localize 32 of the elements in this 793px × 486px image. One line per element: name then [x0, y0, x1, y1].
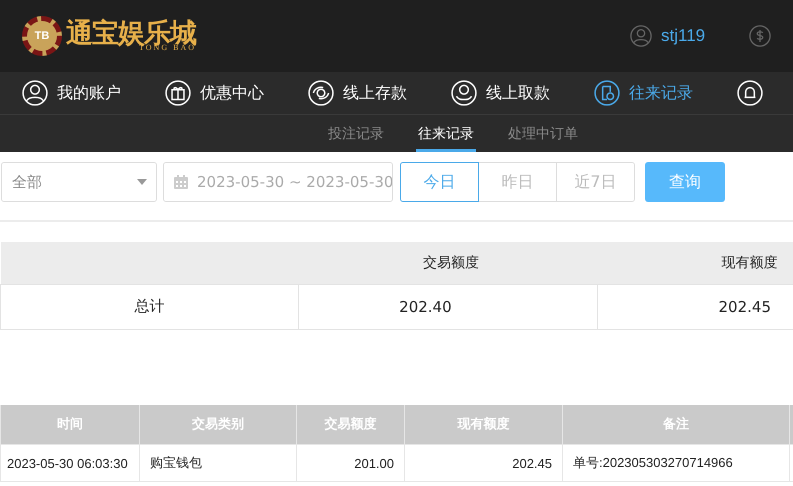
table-cell: 202.40	[298, 284, 598, 329]
table-cell: 总计	[0, 284, 299, 329]
table-cell: 2023-05-30 06:03:30	[0, 444, 140, 482]
table-cell: 202.45	[404, 444, 562, 482]
column-header: 现有额度	[597, 242, 793, 284]
table-cell: 201.00	[296, 444, 404, 482]
dollar-icon	[749, 25, 772, 47]
brand-name: 通宝娱乐城	[66, 20, 196, 47]
table-cell: 购宝钱包	[140, 444, 296, 482]
user-icon	[630, 25, 652, 47]
type-dropdown[interactable]: 全部	[1, 162, 157, 202]
table-cell: 202.45	[597, 284, 793, 329]
poker-chip-logo: TB	[22, 16, 62, 56]
caret-icon	[137, 179, 147, 185]
calendar-icon	[173, 174, 189, 190]
sub-tab[interactable]: 处理中订单	[506, 115, 580, 152]
nav-item[interactable]: 优惠中心	[165, 78, 308, 108]
nav-item[interactable]: 往来记录	[594, 78, 737, 108]
sub-tab[interactable]: 往来记录	[416, 115, 476, 152]
sub-tab[interactable]: 投注记录	[326, 115, 386, 152]
username-link[interactable]: stj119	[661, 26, 706, 46]
bell-icon	[737, 80, 763, 106]
gift-icon	[165, 80, 191, 106]
document-clock-icon	[594, 80, 620, 106]
user-icon	[22, 80, 48, 106]
date-range-tab[interactable]: 今日	[400, 162, 479, 202]
nav-item[interactable]: 线上取款	[451, 78, 594, 108]
column-header: 交易额度	[298, 242, 598, 284]
table-cell: 单号:202305303270714966	[562, 444, 790, 482]
query-button[interactable]: 查询	[645, 162, 725, 202]
nav-item[interactable]: 我的账户	[22, 78, 165, 108]
nav-item[interactable]: 线上存款	[308, 78, 451, 108]
